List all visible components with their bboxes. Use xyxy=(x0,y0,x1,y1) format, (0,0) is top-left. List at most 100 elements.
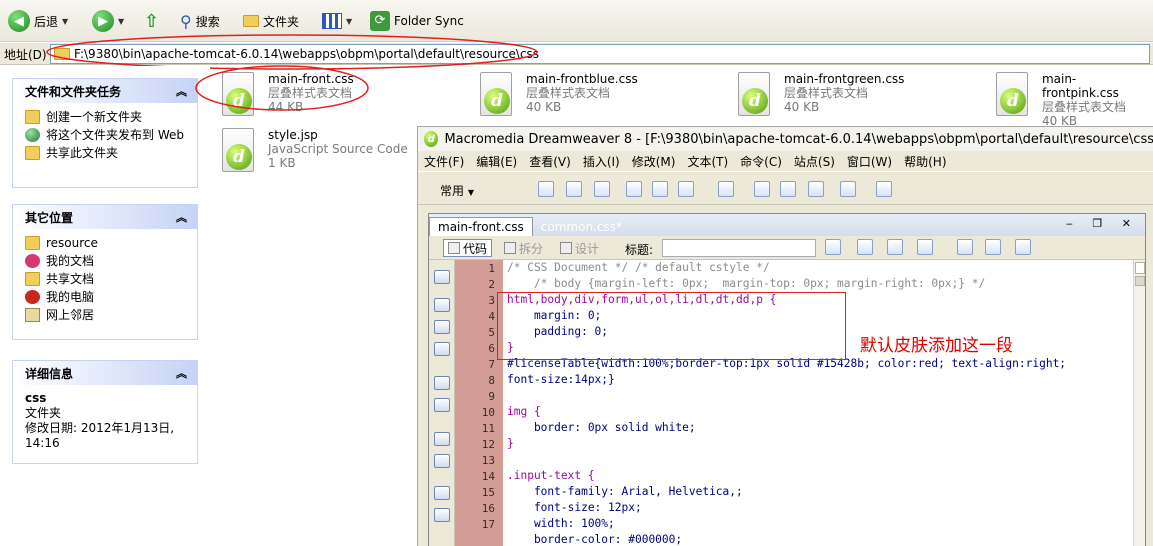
layer-icon[interactable] xyxy=(652,181,668,197)
line-number: 4 xyxy=(488,310,495,323)
menu-help[interactable]: 帮助(H) xyxy=(904,153,946,170)
code-line: border: 0px solid white; xyxy=(507,421,696,434)
file-tasks-header[interactable]: 文件和文件夹任务 ︽ xyxy=(13,79,197,103)
dreamweaver-file-icon: d xyxy=(222,128,258,174)
menu-window[interactable]: 窗口(W) xyxy=(847,153,892,170)
balance-braces-icon[interactable] xyxy=(434,398,450,412)
code-line: font-family: Arial, Helvetica,; xyxy=(507,485,743,498)
forward-arrow-icon: ▶ xyxy=(92,10,114,32)
split-view-icon xyxy=(504,242,516,254)
collapse-icon[interactable]: ︽ xyxy=(176,365,187,381)
media-icon[interactable] xyxy=(718,181,734,197)
menu-modify[interactable]: 修改(M) xyxy=(632,153,676,170)
task-publish-web[interactable]: 将这个文件夹发布到 Web xyxy=(25,127,187,143)
file-main-frontgreen[interactable]: d main-frontgreen.css 层叠样式表文档 40 KB xyxy=(738,72,904,118)
apply-comment-icon[interactable] xyxy=(434,486,450,500)
chevron-down-icon: ▼ xyxy=(118,16,125,26)
collapse-full-tag-icon[interactable] xyxy=(434,298,450,312)
menu-view[interactable]: 查看(V) xyxy=(529,153,571,170)
collapse-icon[interactable]: ︽ xyxy=(176,83,187,99)
menu-file[interactable]: 文件(F) xyxy=(424,153,464,170)
collapse-selection-icon[interactable] xyxy=(434,320,450,334)
task-share-folder[interactable]: 共享此文件夹 xyxy=(25,145,187,161)
code-view-button[interactable]: 代码 xyxy=(443,239,493,257)
task-label: 将这个文件夹发布到 Web xyxy=(46,128,184,142)
folder-sync-button[interactable]: ⟳ Folder Sync xyxy=(370,7,464,35)
place-label: 共享文档 xyxy=(46,272,95,286)
place-network[interactable]: 网上邻居 xyxy=(25,307,187,323)
split-view-button[interactable]: 拆分 xyxy=(499,239,548,257)
hyperlink-icon[interactable] xyxy=(538,181,554,197)
doc-title-input[interactable] xyxy=(662,239,816,257)
file-main-frontpink[interactable]: d main-frontpink.css 层叠样式表文档 40 KB xyxy=(996,72,1153,128)
date-icon[interactable] xyxy=(754,181,770,197)
back-button[interactable]: ◀ 后退 ▼ xyxy=(8,7,68,35)
email-link-icon[interactable] xyxy=(566,181,582,197)
preview-browser-icon[interactable] xyxy=(857,239,873,255)
menu-edit[interactable]: 编辑(E) xyxy=(476,153,517,170)
validate-icon[interactable] xyxy=(825,239,841,255)
scroll-thumb[interactable] xyxy=(1135,276,1145,286)
tab-main-front-css[interactable]: main-front.css xyxy=(429,217,533,236)
refresh-icon[interactable] xyxy=(957,239,973,255)
up-folder-button[interactable]: ⇧ xyxy=(144,7,159,35)
visual-aids-icon[interactable] xyxy=(1015,239,1031,255)
search-button[interactable]: ⚲ 搜索 xyxy=(180,7,220,35)
menu-site[interactable]: 站点(S) xyxy=(794,153,835,170)
image-icon[interactable] xyxy=(678,181,694,197)
remove-comment-icon[interactable] xyxy=(434,508,450,522)
view-options-icon[interactable] xyxy=(985,239,1001,255)
vertical-scrollbar[interactable] xyxy=(1133,260,1145,546)
table-icon[interactable] xyxy=(626,181,642,197)
named-anchor-icon[interactable] xyxy=(594,181,610,197)
views-button[interactable]: ▼ xyxy=(322,7,352,35)
design-view-icon xyxy=(560,242,572,254)
menu-text[interactable]: 文本(T) xyxy=(687,153,728,170)
folder-icon xyxy=(243,15,259,27)
server-side-include-icon[interactable] xyxy=(780,181,796,197)
expand-all-icon[interactable] xyxy=(434,342,450,356)
file-name: main-frontgreen.css xyxy=(784,72,905,86)
file-management-icon[interactable] xyxy=(887,239,903,255)
dreamweaver-file-icon: d xyxy=(738,72,774,118)
address-label: 地址(D) xyxy=(4,48,47,62)
tab-common-css[interactable]: common.css* xyxy=(533,217,630,236)
place-my-computer[interactable]: 我的电脑 xyxy=(25,289,187,305)
line-number: 15 xyxy=(481,486,495,499)
dreamweaver-title-bar[interactable]: d Macromedia Dreamweaver 8 - [F:\9380\bi… xyxy=(418,127,1153,151)
forward-button[interactable]: ▶ ▼ xyxy=(92,7,124,35)
place-my-documents[interactable]: 我的文档 xyxy=(25,253,187,269)
other-places-header[interactable]: 其它位置 ︽ xyxy=(13,205,197,229)
select-parent-tag-icon[interactable] xyxy=(434,376,450,390)
collapse-icon[interactable]: ︽ xyxy=(176,209,187,225)
dreamweaver-file-icon: d xyxy=(996,72,1032,118)
head-tag-icon[interactable] xyxy=(840,181,856,197)
line-numbers-icon[interactable] xyxy=(434,432,450,446)
doc-title-label: 标题: xyxy=(625,243,654,257)
menu-insert[interactable]: 插入(I) xyxy=(583,153,620,170)
task-new-folder[interactable]: 创建一个新文件夹 xyxy=(25,109,187,125)
line-number: 9 xyxy=(488,390,495,403)
globe-icon[interactable] xyxy=(917,239,933,255)
file-tasks-title: 文件和文件夹任务 xyxy=(25,84,122,99)
insert-category-select[interactable]: 常用 ▼ xyxy=(440,182,474,199)
folders-button[interactable]: 文件夹 xyxy=(243,7,299,35)
highlight-invalid-code-icon[interactable] xyxy=(434,454,450,468)
details-header[interactable]: 详细信息 ︽ xyxy=(13,361,197,385)
code-line: font-size: 12px; xyxy=(507,501,642,514)
other-places-panel: 其它位置 ︽ resource 我的文档 共享文档 我的电脑 网上邻居 xyxy=(12,204,198,340)
menu-commands[interactable]: 命令(C) xyxy=(740,153,782,170)
scroll-up-arrow[interactable] xyxy=(1135,262,1145,274)
file-style-jsp[interactable]: d style.jsp JavaScript Source Code 1 KB xyxy=(222,128,408,174)
design-view-button[interactable]: 设计 xyxy=(555,239,604,257)
place-shared-documents[interactable]: 共享文档 xyxy=(25,271,187,287)
open-documents-icon[interactable] xyxy=(434,270,450,284)
sync-icon: ⟳ xyxy=(370,11,390,31)
place-resource[interactable]: resource xyxy=(25,235,187,251)
place-label: 我的电脑 xyxy=(46,290,95,304)
template-icon[interactable] xyxy=(876,181,892,197)
comment-icon[interactable] xyxy=(808,181,824,197)
code-line: width: 100%; xyxy=(507,517,615,530)
file-main-frontblue[interactable]: d main-frontblue.css 层叠样式表文档 40 KB xyxy=(480,72,638,118)
document-window-controls[interactable]: ‒ ❐ ✕ xyxy=(1066,217,1139,230)
